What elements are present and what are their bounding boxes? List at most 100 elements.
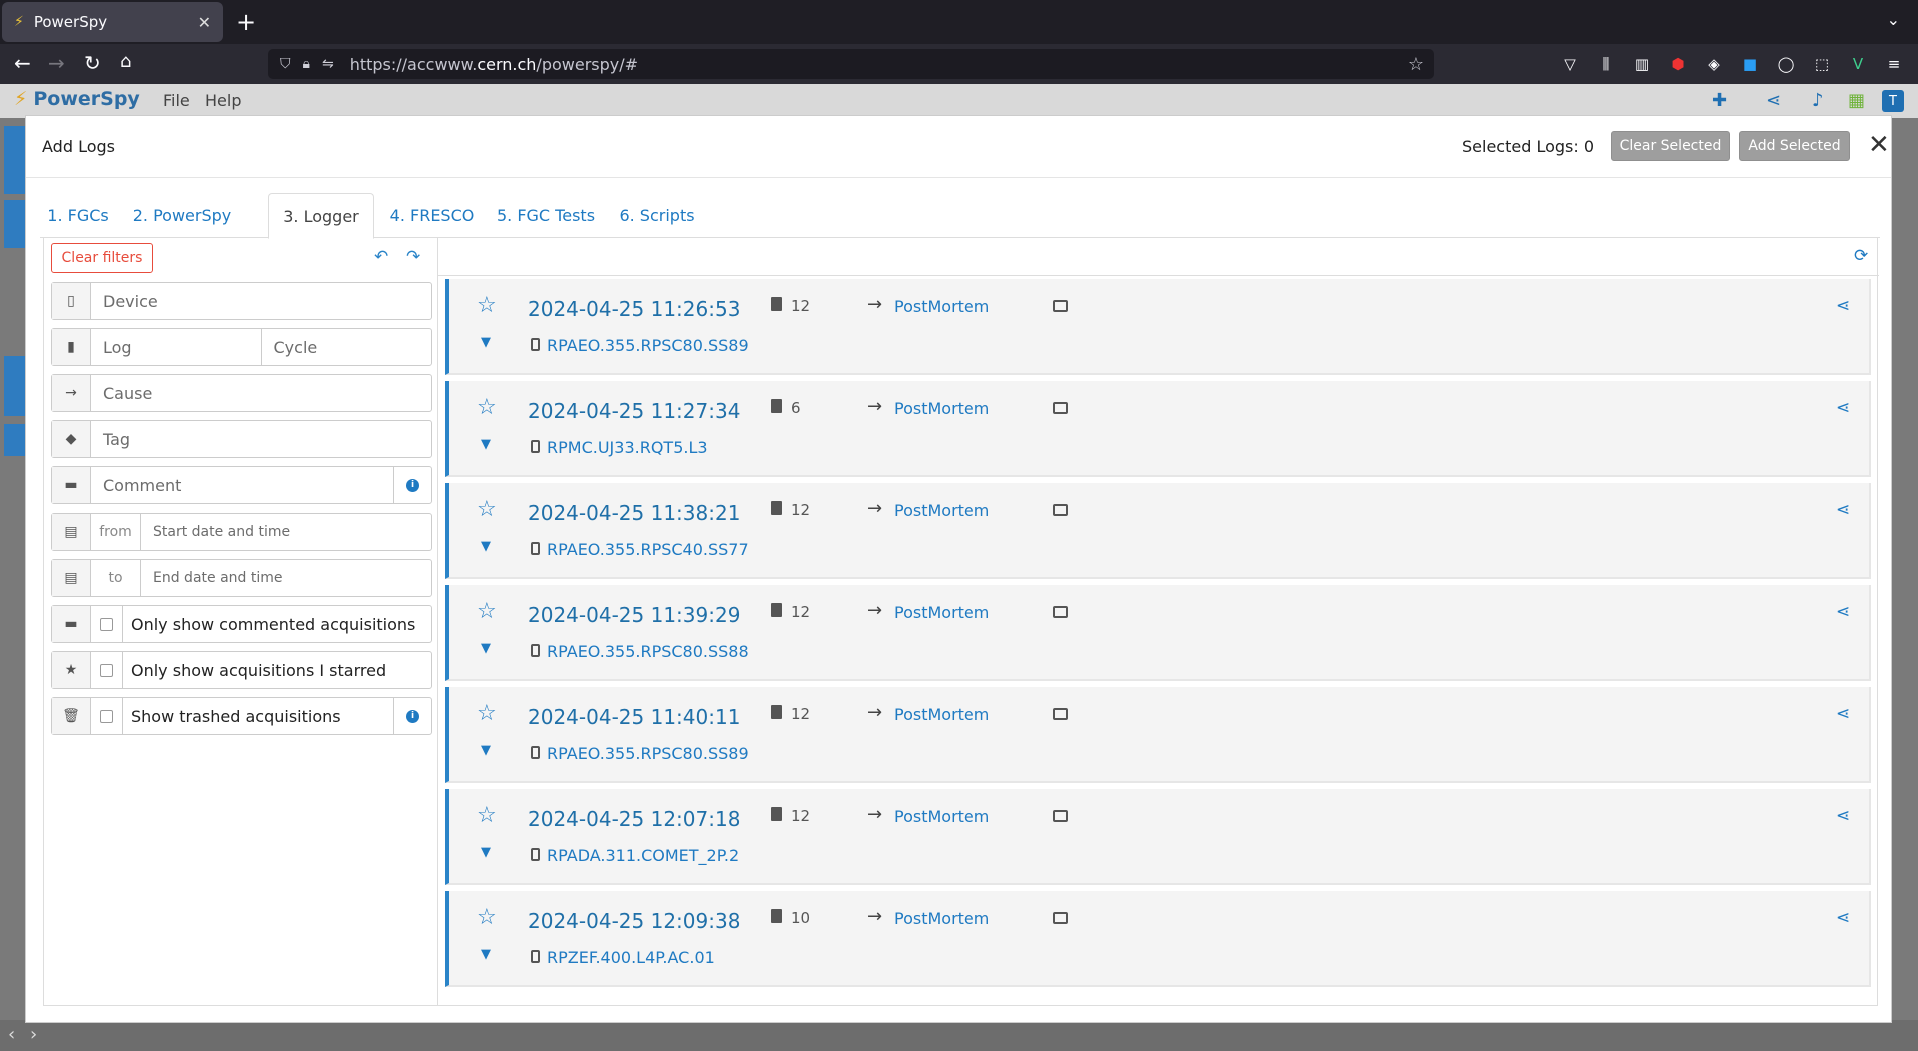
log-device[interactable]: RPAEO.355.RPSC80.SS89 bbox=[547, 744, 749, 763]
chevron-down-icon[interactable]: ▼ bbox=[481, 539, 491, 554]
log-cause[interactable]: PostMortem bbox=[894, 603, 989, 622]
trashed-info[interactable]: i bbox=[393, 698, 431, 734]
comment-icon[interactable] bbox=[1053, 912, 1068, 924]
star-icon[interactable]: ☆ bbox=[477, 601, 497, 623]
log-cause[interactable]: PostMortem bbox=[894, 399, 989, 418]
v-extension-icon[interactable]: V bbox=[1847, 53, 1869, 75]
log-card[interactable]: ☆ ▼ 2024-04-25 12:07:18 12 → PostMortem … bbox=[445, 789, 1871, 885]
undo-icon[interactable]: ↶ bbox=[374, 247, 388, 267]
avatar[interactable]: T bbox=[1882, 90, 1904, 112]
extensions-puzzle-icon[interactable]: ⬚ bbox=[1811, 53, 1833, 75]
new-tab-icon[interactable]: + bbox=[236, 8, 256, 36]
tab-logger[interactable]: 3. Logger bbox=[268, 193, 374, 239]
add-selected-button[interactable]: Add Selected bbox=[1739, 131, 1850, 161]
end-date-input[interactable]: End date and time bbox=[141, 560, 431, 596]
library-icon[interactable]: ⫼ bbox=[1595, 53, 1617, 75]
redo-icon[interactable]: ↷ bbox=[406, 247, 420, 267]
log-card[interactable]: ☆ ▼ 2024-04-25 11:26:53 12 → PostMortem … bbox=[445, 279, 1871, 375]
chevron-down-icon[interactable]: ▼ bbox=[481, 845, 491, 860]
log-device[interactable]: RPAEO.355.RPSC80.SS89 bbox=[547, 336, 749, 355]
share-icon[interactable]: ⋖ bbox=[1836, 296, 1850, 316]
ublock-icon[interactable]: ⬢ bbox=[1667, 53, 1689, 75]
comment-input[interactable]: Comment bbox=[91, 467, 393, 503]
tab-list-chevron-icon[interactable]: ⌄ bbox=[1887, 10, 1900, 29]
commented-checkbox[interactable] bbox=[91, 606, 123, 642]
extension-icon[interactable]: ◈ bbox=[1703, 53, 1725, 75]
bookmark-star-icon[interactable]: ☆ bbox=[1408, 54, 1424, 75]
share-icon[interactable]: ⋖ bbox=[1836, 806, 1850, 826]
comment-icon[interactable] bbox=[1053, 300, 1068, 312]
share-icon[interactable]: ⋖ bbox=[1836, 398, 1850, 418]
pocket-icon[interactable]: ▽ bbox=[1559, 53, 1581, 75]
forward-icon[interactable]: → bbox=[48, 51, 65, 75]
url-bar[interactable]: ⛉ 🔒︎ ⇋ https://accwww.cern.ch/powerspy/#… bbox=[268, 49, 1434, 79]
comment-icon[interactable] bbox=[1053, 402, 1068, 414]
log-cause[interactable]: PostMortem bbox=[894, 807, 989, 826]
sidebar-icon[interactable]: ▥ bbox=[1631, 53, 1653, 75]
menu-file[interactable]: File bbox=[163, 91, 190, 110]
tab-scripts[interactable]: 6. Scripts bbox=[612, 193, 702, 238]
log-device[interactable]: RPAEO.355.RPSC80.SS88 bbox=[547, 642, 749, 661]
reload-icon[interactable]: ↻ bbox=[84, 51, 101, 75]
log-card[interactable]: ☆ ▼ 2024-04-25 11:38:21 12 → PostMortem … bbox=[445, 483, 1871, 579]
log-timestamp[interactable]: 2024-04-25 11:38:21 bbox=[528, 501, 740, 525]
log-card[interactable]: ☆ ▼ 2024-04-25 11:40:11 12 → PostMortem … bbox=[445, 687, 1871, 783]
tag-input[interactable]: Tag bbox=[91, 421, 431, 457]
log-timestamp[interactable]: 2024-04-25 11:27:34 bbox=[528, 399, 740, 423]
log-cause[interactable]: PostMortem bbox=[894, 705, 989, 724]
tab-fresco[interactable]: 4. FRESCO bbox=[384, 193, 480, 238]
tab-powerspy[interactable]: 2. PowerSpy bbox=[120, 193, 244, 238]
log-timestamp[interactable]: 2024-04-25 11:40:11 bbox=[528, 705, 740, 729]
comment-icon[interactable] bbox=[1053, 810, 1068, 822]
chevron-down-icon[interactable]: ▼ bbox=[481, 437, 491, 452]
home-icon[interactable]: ⌂ bbox=[120, 51, 131, 72]
log-timestamp[interactable]: 2024-04-25 11:39:29 bbox=[528, 603, 740, 627]
log-card[interactable]: ☆ ▼ 2024-04-25 11:39:29 12 → PostMortem … bbox=[445, 585, 1871, 681]
refresh-icon[interactable]: ⟳ bbox=[1854, 246, 1868, 266]
device-input[interactable]: Device bbox=[91, 283, 431, 319]
chevron-down-icon[interactable]: ▼ bbox=[481, 947, 491, 962]
log-input[interactable]: Log bbox=[91, 329, 262, 365]
chevron-down-icon[interactable]: ▼ bbox=[481, 335, 491, 350]
log-device[interactable]: RPAEO.355.RPSC40.SS77 bbox=[547, 540, 749, 559]
grid-icon[interactable]: ▦ bbox=[1848, 90, 1865, 111]
log-timestamp[interactable]: 2024-04-25 12:09:38 bbox=[528, 909, 740, 933]
side-toolbar-group[interactable] bbox=[4, 200, 26, 248]
star-icon[interactable]: ☆ bbox=[477, 397, 497, 419]
star-icon[interactable]: ☆ bbox=[477, 499, 497, 521]
menu-icon[interactable]: ≡ bbox=[1883, 53, 1905, 75]
star-icon[interactable]: ☆ bbox=[477, 805, 497, 827]
log-cause[interactable]: PostMortem bbox=[894, 501, 989, 520]
share-icon[interactable]: ⋖ bbox=[1836, 500, 1850, 520]
cycle-input[interactable]: Cycle bbox=[262, 329, 432, 365]
add-tag-icon[interactable]: ✚ bbox=[1712, 90, 1727, 111]
tab-fgc-tests[interactable]: 5. FGC Tests bbox=[490, 193, 602, 238]
share-icon[interactable]: ⋖ bbox=[1766, 90, 1781, 111]
log-timestamp[interactable]: 2024-04-25 12:07:18 bbox=[528, 807, 740, 831]
log-cause[interactable]: PostMortem bbox=[894, 297, 989, 316]
log-card[interactable]: ☆ ▼ 2024-04-25 11:27:34 6 → PostMortem ⋖… bbox=[445, 381, 1871, 477]
menu-help[interactable]: Help bbox=[205, 91, 241, 110]
share-icon[interactable]: ⋖ bbox=[1836, 704, 1850, 724]
side-toolbar-group[interactable] bbox=[4, 424, 26, 456]
comment-info[interactable]: i bbox=[393, 467, 431, 503]
log-timestamp[interactable]: 2024-04-25 11:26:53 bbox=[528, 297, 740, 321]
start-date-input[interactable]: Start date and time bbox=[141, 514, 431, 550]
log-device[interactable]: RPMC.UJ33.RQT5.L3 bbox=[547, 438, 708, 457]
share-icon[interactable]: ⋖ bbox=[1836, 908, 1850, 928]
share-icon[interactable]: ⋖ bbox=[1836, 602, 1850, 622]
side-toolbar-group[interactable] bbox=[4, 126, 26, 194]
log-card[interactable]: ☆ ▼ 2024-04-25 12:09:38 10 → PostMortem … bbox=[445, 891, 1871, 987]
trashed-checkbox[interactable] bbox=[91, 698, 123, 734]
comment-icon[interactable] bbox=[1053, 504, 1068, 516]
starred-checkbox[interactable] bbox=[91, 652, 123, 688]
account-icon[interactable]: ◯ bbox=[1775, 53, 1797, 75]
star-icon[interactable]: ☆ bbox=[477, 703, 497, 725]
star-icon[interactable]: ☆ bbox=[477, 295, 497, 317]
browser-tab[interactable]: ⚡ PowerSpy ✕ bbox=[2, 2, 223, 42]
star-icon[interactable]: ☆ bbox=[477, 907, 497, 929]
close-icon[interactable]: ✕ bbox=[1868, 130, 1890, 160]
s-extension-icon[interactable]: ■ bbox=[1739, 53, 1761, 75]
close-tab-icon[interactable]: ✕ bbox=[198, 13, 211, 32]
cause-input[interactable]: Cause bbox=[91, 375, 431, 411]
